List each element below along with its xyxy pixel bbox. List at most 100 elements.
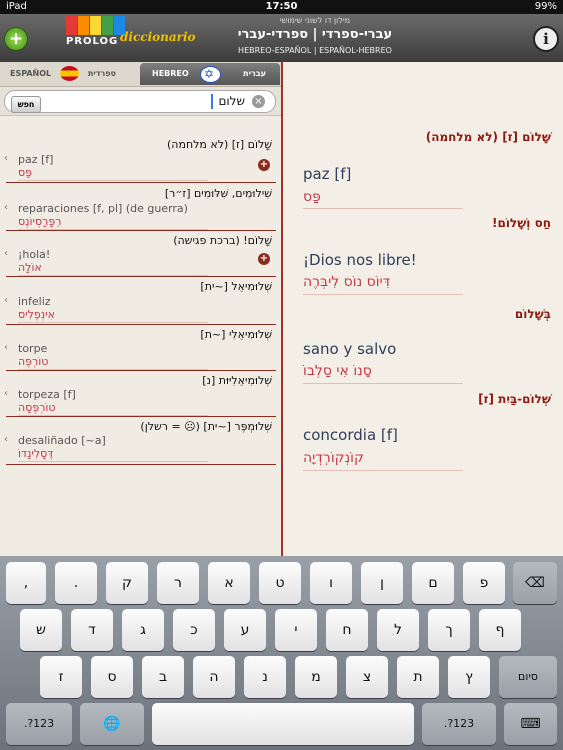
underline [303,208,463,209]
translation-hebrew: טוֹרְפֶּסָה [18,401,56,414]
detail-spanish: ¡Dios nos libre! [303,251,417,269]
result-headword: שְׁלוּמְפֶּר [~ית] (☹ = רשלן) [140,420,272,433]
underline [18,180,208,181]
translation-spanish: torpe [18,342,48,355]
text-cursor [211,94,213,109]
search-button[interactable]: חפש [11,96,41,113]
key[interactable]: ח [326,609,368,651]
key[interactable]: א [208,562,250,604]
translation-spanish: paz [f] [18,153,54,166]
key[interactable]: ק [106,562,148,604]
key[interactable]: ע [224,609,266,651]
spain-flag-icon [60,66,79,81]
search-input[interactable]: חפש שלום × [4,90,276,113]
translation-spanish: infeliz [18,295,51,308]
detail-spanish: concordia [f] [303,426,398,444]
tab-hebrew[interactable]: HEBREO עברית [140,63,280,85]
result-row[interactable]: שָׁלוֹם! (ברכת פגישה) [0,230,282,250]
key[interactable]: צ [346,656,388,698]
key[interactable]: מ [295,656,337,698]
detail-spanish: paz [f] [303,165,352,183]
key[interactable]: ן [361,562,403,604]
key[interactable]: ה [193,656,235,698]
header-title: עברי-ספרדי | ספרדי-עברי [237,27,393,42]
numbers-key[interactable]: .?123 [422,703,496,745]
result-headword: שִׁילוּמִים, שִׁלּוּמִים [ז״ר] [164,187,272,200]
key[interactable]: ו [310,562,352,604]
key[interactable]: ט [259,562,301,604]
result-row[interactable]: שְׁלוּמִיאֵלִיּוּת [נ] [0,370,282,390]
underline [303,383,463,384]
key[interactable]: ת [397,656,439,698]
clear-icon[interactable]: × [252,95,265,108]
onscreen-keyboard: , . ק ר א ט ו ן ם פ ⌫ ש ד ג כ ע י ח ל ך … [0,556,563,750]
tab-spanish[interactable]: ESPAÑOL ספרדית [2,63,138,85]
key[interactable]: פ [463,562,505,604]
detail-hebrew: סָנוֹ אִי סַלְבוֹ [303,363,372,379]
detail-spanish: sano y salvo [303,340,397,358]
key[interactable]: ז [40,656,82,698]
key[interactable]: ס [91,656,133,698]
key[interactable]: ך [428,609,470,651]
key[interactable]: . [55,562,97,604]
result-headword: שְׁלוּמִיאֵלִיּוּת [נ] [202,374,272,387]
result-row[interactable]: שְׁלוּמִיאֵלִי [~ת] [0,324,282,344]
detail-hebrew: קוֹנְקוֹרְדְיָה [303,450,364,466]
tab-hebrew-hebrew-label: עברית [243,69,266,78]
status-bar: iPad 17:50 99% [0,0,563,14]
detail-headword: בְּשָׁלוֹם [514,307,551,321]
result-row[interactable]: שִׁילוּמִים, שִׁלּוּמִים [ז״ר] [0,183,282,203]
key[interactable]: ר [157,562,199,604]
globe-icon[interactable]: 🌐 [80,703,144,745]
result-row[interactable]: שְׁלוּמְפֶּר [~ית] (☹ = רשלן) [0,416,282,436]
key[interactable]: ג [122,609,164,651]
tab-spanish-hebrew-label: ספרדית [87,69,116,78]
key[interactable]: , [6,562,46,604]
backspace-key[interactable]: ⌫ [513,562,557,604]
hide-keyboard-icon[interactable]: ⌨ [504,703,557,745]
info-button[interactable]: i [533,26,559,52]
underline [303,470,463,471]
logo-word: PROLOG [66,36,119,47]
key[interactable]: ל [377,609,419,651]
key[interactable]: ב [142,656,184,698]
space-key[interactable] [152,703,414,745]
key[interactable]: ם [412,562,454,604]
key[interactable]: ץ [448,656,490,698]
key[interactable]: י [275,609,317,651]
result-row[interactable]: שָׁלוֹם [ז] (לא מלחמה) [0,134,282,154]
chevron-left-icon: ‹ [4,388,8,399]
key[interactable]: ד [71,609,113,651]
tab-spanish-label: ESPAÑOL [10,69,52,78]
translation-spanish: desaliñado [~a] [18,434,106,447]
key[interactable]: ף [479,609,521,651]
translation-hebrew: פַּס [18,166,33,179]
add-button[interactable]: + [4,27,28,51]
expand-icon[interactable]: + [258,159,270,171]
chevron-left-icon: ‹ [4,342,8,353]
numbers-key[interactable]: .?123 [6,703,72,745]
result-headword: שְׁלוּמִיאֵל [~ית] [200,280,272,293]
result-row[interactable]: שְׁלוּמִיאֵל [~ית] [0,276,282,296]
detail-hebrew: דִּיוֹס נוֹס לִיבְּרֶה [303,274,391,290]
search-query: שלום [218,94,245,108]
done-key[interactable]: סיום [499,656,557,698]
detail-headword: חַס וְשָׁלוֹם! [491,216,551,230]
battery-indicator: 99% [534,1,557,12]
chevron-left-icon: ‹ [4,295,8,306]
key[interactable]: נ [244,656,286,698]
translation-spanish: reparaciones [f, pl] (de guerra) [18,202,188,215]
translation-hebrew: דֶּסָלִינָדוֹ [18,447,54,460]
expand-icon[interactable]: + [258,253,270,265]
translation-hebrew: אוֹלָה [18,261,42,274]
key[interactable]: כ [173,609,215,651]
detail-headword: שָׁלוֹם [ז] (לא מלחמה) [425,130,551,144]
chevron-left-icon: ‹ [4,153,8,164]
detail-headword: שְׁלוֹם-בַּיִת [ז] [478,392,551,406]
israel-flag-icon [200,63,221,85]
key[interactable]: ש [20,609,62,651]
search-bar: חפש שלום × [0,87,282,116]
logo-subtitle: diccionario [120,30,196,44]
translation-spanish: ¡hola! [18,248,51,261]
tab-hebrew-label: HEBREO [152,69,189,78]
